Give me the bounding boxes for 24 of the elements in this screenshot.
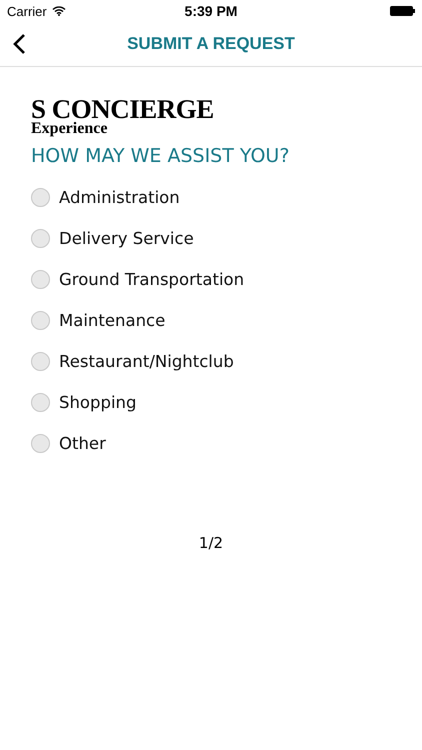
option-label[interactable]: Delivery Service — [59, 228, 194, 248]
option-label[interactable]: Ground Transportation — [59, 270, 244, 288]
radio-button[interactable] — [31, 188, 50, 206]
option-label[interactable]: Shopping — [59, 392, 136, 412]
radio-button[interactable] — [31, 392, 50, 412]
wifi-icon — [52, 6, 66, 16]
option-label[interactable]: Administration — [59, 188, 180, 206]
battery-icon — [390, 6, 415, 16]
logo-title: S CONCIERGE — [31, 97, 214, 121]
radio-button[interactable] — [31, 228, 50, 248]
screen-title: SUBMIT A REQUEST — [127, 34, 295, 54]
question-heading: HOW MAY WE ASSIST YOU? — [31, 145, 290, 167]
carrier-label: Carrier — [7, 4, 47, 18]
status-time: 5:39 PM — [184, 3, 238, 19]
page-indicator: 1/2 — [198, 534, 224, 552]
radio-button[interactable] — [31, 270, 50, 288]
radio-button[interactable] — [31, 352, 50, 370]
option-label[interactable]: Restaurant/Nightclub — [59, 352, 234, 370]
radio-button[interactable] — [31, 434, 50, 452]
logo-subtitle: Experience — [31, 121, 108, 136]
option-label[interactable]: Maintenance — [59, 310, 166, 330]
radio-button[interactable] — [31, 310, 50, 330]
back-button[interactable] — [12, 33, 26, 55]
option-label[interactable]: Other — [59, 434, 106, 452]
